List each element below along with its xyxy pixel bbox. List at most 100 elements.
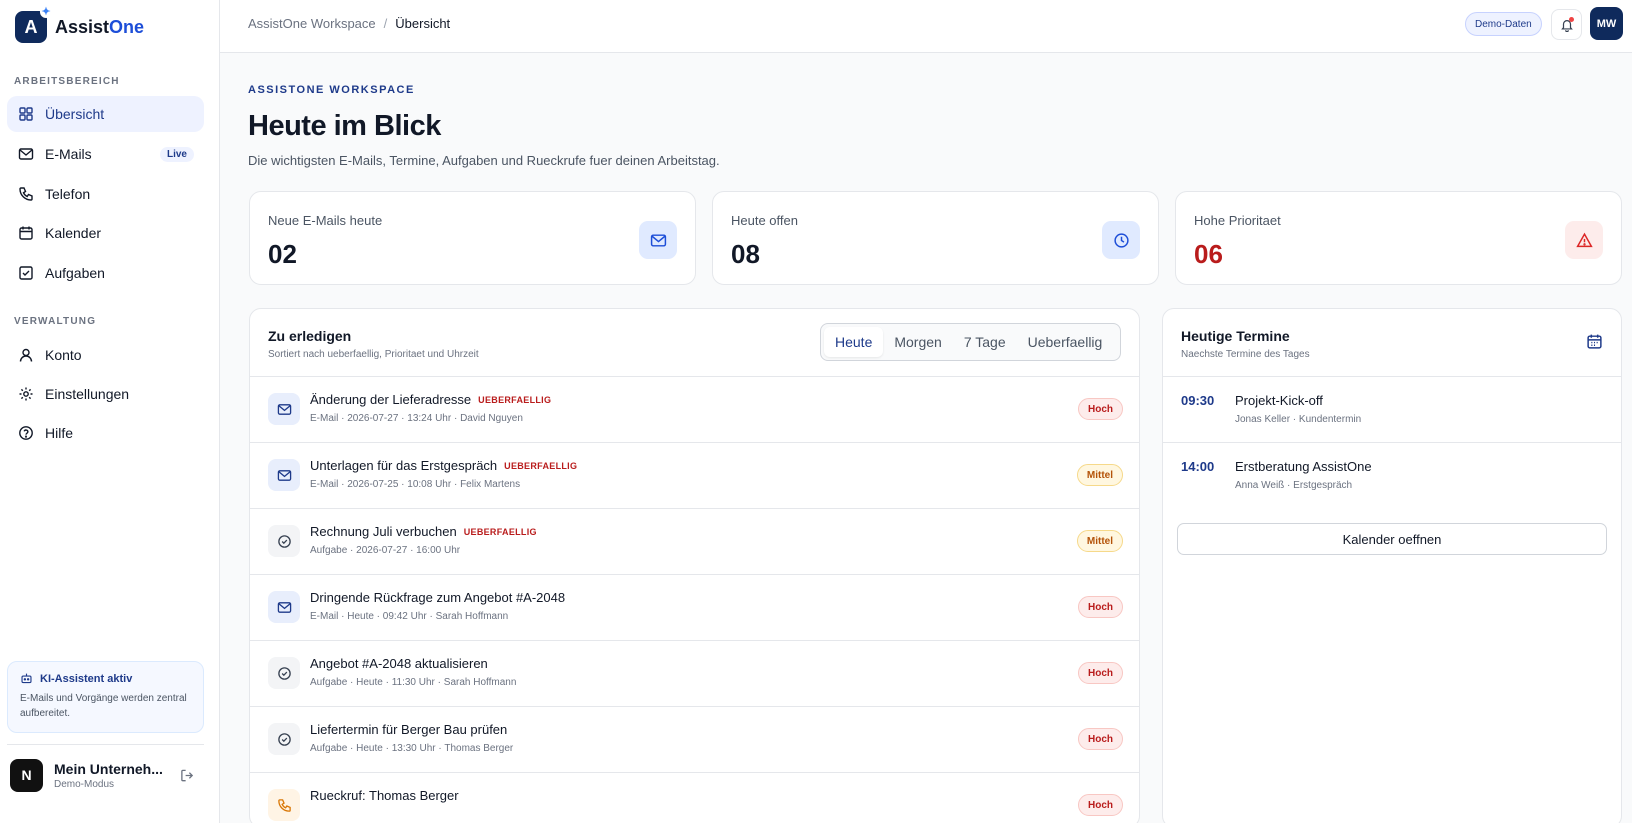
mail-icon [268,393,300,425]
task-title: Dringende Rückfrage zum Angebot #A-2048 [310,590,566,605]
help-icon [18,425,34,441]
robot-icon [21,673,32,684]
breadcrumb-root[interactable]: AssistOne Workspace [248,16,376,31]
breadcrumb-current: Übersicht [395,16,451,31]
priority-badge: Mittel [1076,464,1123,486]
panel-title: Zu erledigen [268,328,352,344]
task-meta: Aufgabe · Heute · 11:30 Uhr · Sarah Hoff… [310,677,517,688]
mail-icon [18,146,34,162]
appointment-time: 09:30 [1181,393,1215,408]
stat-card-new-emails: Neue E-Mails heute 02 [249,191,696,285]
calendar-icon[interactable] [1586,333,1603,350]
calendar-icon [18,225,34,241]
mail-icon [639,221,677,259]
mail-icon [268,591,300,623]
stat-label: Neue E-Mails heute [268,213,383,228]
priority-badge: Mittel [1076,530,1123,552]
panel-subtitle: Naechste Termine des Tages [1181,349,1310,360]
sidebar-item-label: Übersicht [45,106,105,122]
section-label-work: ARBEITSBEREICH [14,76,120,87]
sidebar: A ✦ AssistOne ARBEITSBEREICH Übersicht E… [0,0,220,823]
task-meta: Aufgabe · Heute · 13:30 Uhr · Thomas Ber… [310,743,514,754]
panel-subtitle: Sortiert nach ueberfaellig, Prioritaet u… [268,349,479,360]
phone-icon [268,789,300,821]
task-title: Änderung der Lieferadresse [310,392,472,407]
mail-icon [268,459,300,491]
sidebar-item-label: Aufgaben [45,265,105,281]
task-row[interactable]: Rueckruf: Thomas Berger Hoch [250,772,1139,823]
tab-7-days[interactable]: 7 Tage [953,327,1017,357]
tab-tomorrow[interactable]: Morgen [883,327,952,357]
overdue-label: UEBERFAELLIG [504,460,578,471]
sidebar-item-phone[interactable]: Telefon [7,176,204,212]
task-filter-tabs: Heute Morgen 7 Tage Ueberfaellig [820,323,1121,361]
overdue-label: UEBERFAELLIG [463,526,537,537]
section-label-admin: VERWALTUNG [14,316,97,327]
task-row[interactable]: Dringende Rückfrage zum Angebot #A-2048 … [250,574,1139,640]
brand-logo: A ✦ [15,6,52,43]
task-title: Rueckruf: Thomas Berger [310,788,459,803]
overdue-label: UEBERFAELLIG [478,394,552,405]
ai-title: KI-Assistent aktiv [40,672,133,685]
appointment-meta: Anna Weiß · Erstgespräch [1235,480,1353,491]
user-avatar-button[interactable]: MW [1590,7,1623,40]
tasks-panel: Zu erledigen Sortiert nach ueberfaellig,… [249,308,1140,823]
appointments-panel: Heutige Termine Naechste Termine des Tag… [1162,308,1622,823]
task-row[interactable]: Unterlagen für das Erstgespräch UEBERFAEL… [250,442,1139,508]
topbar: AssistOne Workspace / Übersicht Demo-Dat… [220,0,1632,53]
panel-title: Heutige Termine [1181,328,1290,344]
breadcrumb-separator: / [383,16,388,31]
priority-badge: Hoch [1078,662,1123,684]
sidebar-item-account[interactable]: Konto [7,337,204,373]
appointment-row[interactable]: 14:00 Erstberatung AssistOne Anna Weiß ·… [1163,442,1621,508]
phone-icon [18,186,34,202]
notification-dot [1569,17,1574,22]
sidebar-item-label: Kalender [45,225,102,241]
company-name: Mein Unterneh... [54,760,163,777]
sidebar-item-settings[interactable]: Einstellungen [7,376,204,412]
task-row[interactable]: Rechnung Juli verbuchen UEBERFAELLIG Aufg… [250,508,1139,574]
notifications-button[interactable] [1551,9,1582,40]
priority-badge: Hoch [1078,794,1123,816]
appointment-title: Projekt-Kick-off [1235,393,1323,408]
priority-badge: Hoch [1078,398,1123,420]
stat-card-high-priority: Hohe Prioritaet 06 [1175,191,1622,285]
sidebar-item-label: Einstellungen [45,386,130,402]
tab-today[interactable]: Heute [824,327,884,357]
stat-card-open-today: Heute offen 08 [712,191,1159,285]
logout-icon[interactable] [180,768,195,783]
company-profile[interactable]: N Mein Unterneh... Demo-Modus [10,757,205,793]
divider [7,744,204,745]
priority-badge: Hoch [1078,728,1123,750]
brand[interactable]: A ✦ AssistOne [15,6,144,44]
ai-assistant-card: KI-Assistent aktiv E-Mails und Vorgänge … [7,661,204,733]
check-circle-icon [268,723,300,755]
task-title: Rechnung Juli verbuchen [310,524,457,539]
task-meta: E-Mail · 2026-07-25 · 10:08 Uhr · Felix … [310,479,521,490]
sidebar-item-tasks[interactable]: Aufgaben [7,255,204,291]
sidebar-item-help[interactable]: Hilfe [7,415,204,451]
appointment-row[interactable]: 09:30 Projekt-Kick-off Jonas Keller · Ku… [1163,376,1621,442]
sidebar-item-emails[interactable]: E-Mails Live [7,136,204,172]
sidebar-item-calendar[interactable]: Kalender [7,215,204,251]
open-calendar-button[interactable]: Kalender oeffnen [1177,523,1607,555]
tab-overdue[interactable]: Ueberfaellig [1017,327,1114,357]
demo-data-badge[interactable]: Demo-Daten [1465,12,1542,36]
task-meta: E-Mail · Heute · 09:42 Uhr · Sarah Hoffm… [310,611,509,622]
sidebar-item-label: Telefon [45,186,91,202]
stat-label: Heute offen [731,213,798,228]
task-row[interactable]: Änderung der Lieferadresse UEBERFAELLIG E… [250,376,1139,442]
stat-value: 02 [268,239,297,269]
appointment-meta: Jonas Keller · Kundentermin [1235,414,1362,425]
checkbox-icon [18,265,34,281]
gear-icon [18,386,34,402]
ai-description: E-Mails und Vorgänge werden zentral aufb… [20,693,187,719]
check-circle-icon [268,525,300,557]
task-row[interactable]: Liefertermin für Berger Bau prüfen Aufga… [250,706,1139,772]
sidebar-item-overview[interactable]: Übersicht [7,96,204,132]
sidebar-item-label: E-Mails [45,146,92,162]
avatar: N [10,758,43,792]
user-icon [18,347,34,363]
task-row[interactable]: Angebot #A-2048 aktualisieren Aufgabe · … [250,640,1139,706]
check-circle-icon [268,657,300,689]
